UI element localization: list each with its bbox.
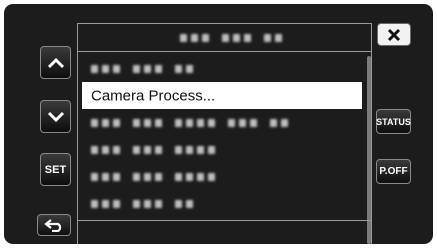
menu-footer [78,220,371,244]
menu-item-obscured-5[interactable] [82,190,362,217]
menu-item-obscured-2[interactable] [82,109,362,136]
chevron-up-icon [47,57,64,68]
status-button-label: STATUS [376,116,411,127]
return-arrow-icon [44,219,62,232]
menu-item-obscured-3[interactable] [82,136,362,163]
menu-title-obscured [180,33,282,42]
status-button[interactable]: STATUS [376,109,411,134]
menu-item-obscured-1[interactable] [82,55,362,82]
menu-item-camera-process[interactable]: Camera Process... [82,82,362,109]
camera-menu-screen: SET STATUS P.OFF Camera Process... [4,4,433,244]
set-button[interactable]: SET [40,153,71,186]
menu-list: Camera Process... [77,23,372,244]
scroll-up-button[interactable] [40,46,71,79]
power-off-button[interactable]: P.OFF [376,159,411,184]
back-button[interactable] [37,214,71,236]
set-button-label: SET [44,163,67,176]
scroll-down-button[interactable] [40,100,71,133]
close-icon [387,28,401,41]
chevron-down-icon [47,111,64,122]
menu-item-obscured-4[interactable] [82,163,362,190]
menu-title-bar [78,24,371,52]
menu-item-label: Camera Process... [91,87,216,104]
power-off-button-label: P.OFF [379,166,408,177]
close-button[interactable] [377,23,411,46]
menu-scrollbar[interactable] [367,56,371,244]
